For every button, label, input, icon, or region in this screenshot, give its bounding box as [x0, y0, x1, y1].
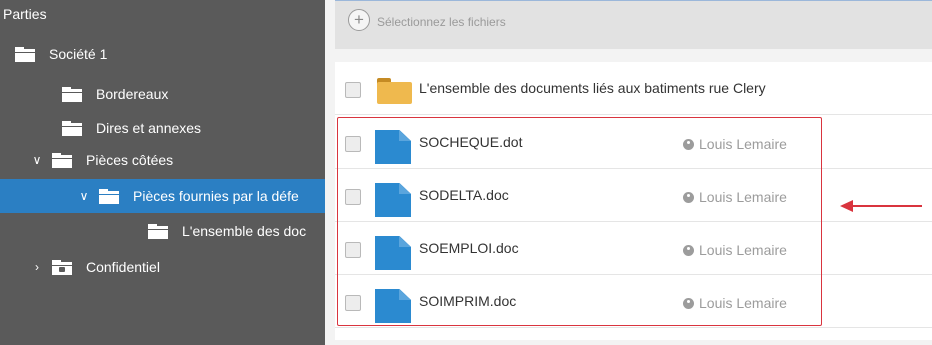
chevron-right-icon[interactable]: ›	[32, 260, 42, 274]
folder-icon	[62, 86, 82, 102]
tree-item-confidentiel[interactable]: › Confidentiel	[0, 250, 325, 284]
tree-item-label: L'ensemble des doc	[182, 223, 307, 239]
chevron-down-icon[interactable]: ∨	[32, 153, 42, 167]
folder-tree-sidebar: Parties Société 1 Bordereaux Dires et an…	[0, 0, 325, 345]
tree-item-label: Société 1	[49, 46, 108, 62]
folder-icon	[99, 188, 119, 204]
row-checkbox[interactable]	[345, 82, 361, 98]
tree-item-pieces-cotees[interactable]: ∨ Pièces côtées	[0, 143, 325, 177]
tree-item-societe-1[interactable]: Société 1	[0, 37, 325, 71]
tree-item-label: Pièces fournies par la défe	[133, 188, 299, 204]
tree-item-ensemble-des-documents[interactable]: L'ensemble des doc	[0, 214, 325, 248]
folder-icon	[52, 152, 72, 168]
tree-item-label: Bordereaux	[96, 86, 169, 102]
select-files-label[interactable]: Sélectionnez les fichiers	[377, 15, 506, 29]
chevron-down-icon[interactable]: ∨	[79, 189, 89, 203]
tree-item-dires-et-annexes[interactable]: Dires et annexes	[0, 111, 325, 145]
tree-item-pieces-fournies[interactable]: ∨ Pièces fournies par la défe	[0, 179, 325, 213]
annotation-highlight-box	[337, 117, 822, 326]
locked-folder-icon	[52, 259, 72, 275]
sidebar-title: Parties	[3, 6, 47, 22]
tree-item-label: Confidentiel	[86, 259, 160, 275]
folder-icon	[377, 78, 412, 104]
tree-item-bordereaux[interactable]: Bordereaux	[0, 77, 325, 111]
list-item-folder[interactable]: L'ensemble des documents liés aux batime…	[335, 62, 932, 115]
folder-icon	[62, 120, 82, 136]
tree-item-label: Dires et annexes	[96, 120, 202, 136]
folder-icon	[148, 223, 168, 239]
upload-toolbar: + Sélectionnez les fichiers	[335, 0, 932, 49]
folder-name[interactable]: L'ensemble des documents liés aux batime…	[419, 80, 766, 96]
tree-item-label: Pièces côtées	[86, 152, 174, 168]
add-file-button[interactable]: +	[348, 9, 370, 31]
annotation-arrow-icon	[840, 200, 922, 212]
folder-icon	[15, 46, 35, 62]
